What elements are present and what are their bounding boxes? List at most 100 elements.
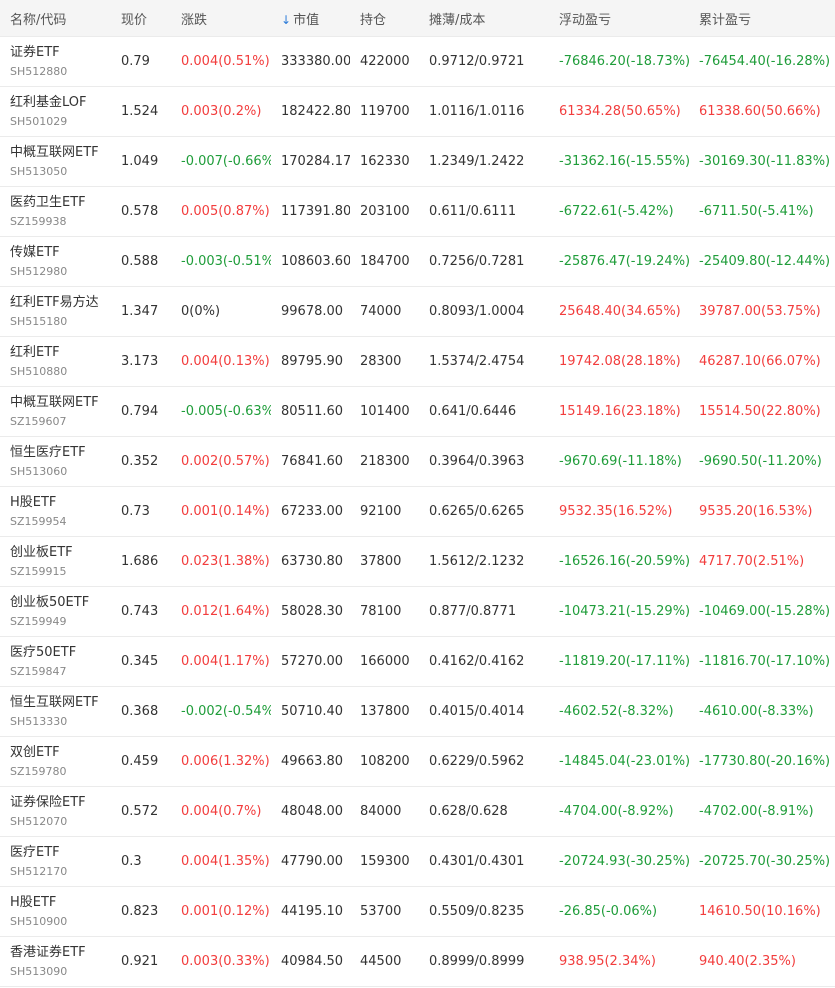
cost-cell: 0.6265/0.6265 (429, 504, 525, 519)
fund-name[interactable]: 创业板50ETF (10, 594, 111, 612)
table-row[interactable]: 中概互联网ETF SH513050 1.049 -0.007(-0.66%) 17028… (0, 137, 835, 187)
col-header-cost[interactable]: 摊薄/成本 (419, 9, 549, 28)
col-header-change[interactable]: 涨跌 (171, 9, 271, 28)
table-row[interactable]: H股ETF SH510900 0.823 0.001(0.12%) 44195.10 53… (0, 887, 835, 937)
position-cell: 162330 (360, 154, 410, 169)
float-pl-cell: -76846.20(-18.73%) (559, 54, 689, 69)
table-row[interactable]: H股ETF SZ159954 0.73 0.001(0.14%) 67233.00 921… (0, 487, 835, 537)
float-pl-cell: -6722.61(-5.42%) (559, 204, 674, 219)
cum-pl-cell: -20725.70(-30.25%) (699, 854, 831, 869)
float-pl-cell: -14845.04(-23.01%) (559, 754, 689, 769)
col-header-cum-pl[interactable]: 累计盈亏 (689, 9, 835, 28)
cum-pl-cell: 9535.20(16.53%) (699, 504, 813, 519)
fund-name[interactable]: 证券ETF (10, 44, 111, 62)
table-row[interactable]: 传媒ETF SH512980 0.588 -0.003(-0.51%) 108603.6… (0, 237, 835, 287)
cum-pl-cell: -9690.50(-11.20%) (699, 454, 822, 469)
position-cell: 28300 (360, 354, 402, 369)
market-value-cell: 89795.90 (281, 354, 344, 369)
fund-code: SZ159938 (10, 214, 67, 228)
fund-name[interactable]: H股ETF (10, 494, 111, 512)
col-header-price[interactable]: 现价 (111, 9, 171, 28)
name-cell: 红利ETF SH510880 (0, 344, 111, 380)
float-pl-cell: -10473.21(-15.29%) (559, 604, 689, 619)
change-cell: 0.001(0.12%) (181, 904, 270, 919)
name-cell: 香港证券ETF SH513090 (0, 944, 111, 980)
change-cell: 0.001(0.14%) (181, 504, 270, 519)
fund-name[interactable]: 创业板ETF (10, 544, 111, 562)
position-cell: 78100 (360, 604, 402, 619)
position-cell: 159300 (360, 854, 410, 869)
fund-code: SZ159607 (10, 414, 67, 428)
change-cell: 0.023(1.38%) (181, 554, 270, 569)
change-cell: 0.006(1.32%) (181, 754, 270, 769)
col-header-position[interactable]: 持仓 (350, 9, 419, 28)
fund-name[interactable]: H股ETF (10, 894, 111, 912)
fund-code: SH512980 (10, 264, 68, 278)
fund-name[interactable]: 传媒ETF (10, 244, 111, 262)
market-value-cell: 49663.80 (281, 754, 344, 769)
fund-name[interactable]: 医药卫生ETF (10, 194, 111, 212)
col-header-market-value[interactable]: ↓ 市值 (271, 9, 350, 28)
cum-pl-cell: 61338.60(50.66%) (699, 104, 821, 119)
table-row[interactable]: 红利ETF易方达 SH515180 1.347 0(0%) 99678.00 74000 0… (0, 287, 835, 337)
table-row[interactable]: 创业板50ETF SZ159949 0.743 0.012(1.64%) 58028.3… (0, 587, 835, 637)
fund-name[interactable]: 恒生医疗ETF (10, 444, 111, 462)
market-value-cell: 67233.00 (281, 504, 344, 519)
cum-pl-cell: -11816.70(-17.10%) (699, 654, 831, 669)
position-cell: 422000 (360, 54, 410, 69)
fund-name[interactable]: 红利ETF易方达 (10, 294, 111, 312)
table-row[interactable]: 红利ETF SH510880 3.173 0.004(0.13%) 89795.90 28… (0, 337, 835, 387)
cost-cell: 0.8093/1.0004 (429, 304, 525, 319)
price-cell: 0.352 (121, 454, 159, 469)
cum-pl-cell: -17730.80(-20.16%) (699, 754, 831, 769)
name-cell: 医药卫生ETF SZ159938 (0, 194, 111, 230)
float-pl-cell: 15149.16(23.18%) (559, 404, 681, 419)
fund-name[interactable]: 中概互联网ETF (10, 144, 111, 162)
table-row[interactable]: 证券保险ETF SH512070 0.572 0.004(0.7%) 48048.00 8… (0, 787, 835, 837)
fund-name[interactable]: 医疗50ETF (10, 644, 111, 662)
table-row[interactable]: 医疗50ETF SZ159847 0.345 0.004(1.17%) 57270.00… (0, 637, 835, 687)
fund-name[interactable]: 恒生互联网ETF (10, 694, 111, 712)
table-row[interactable]: 香港证券ETF SH513090 0.921 0.003(0.33%) 40984.50… (0, 937, 835, 987)
change-cell: 0.004(0.51%) (181, 54, 270, 69)
market-value-cell: 182422.80 (281, 104, 350, 119)
table-row[interactable]: 医疗ETF SH512170 0.3 0.004(1.35%) 47790.00 1593… (0, 837, 835, 887)
market-value-cell: 63730.80 (281, 554, 344, 569)
float-pl-cell: -4704.00(-8.92%) (559, 804, 674, 819)
fund-name[interactable]: 证券保险ETF (10, 794, 111, 812)
fund-name[interactable]: 红利基金LOF (10, 94, 111, 112)
price-cell: 1.686 (121, 554, 159, 569)
fund-name[interactable]: 医疗ETF (10, 844, 111, 862)
fund-code: SH512070 (10, 814, 68, 828)
table-row[interactable]: 医药卫生ETF SZ159938 0.578 0.005(0.87%) 117391.8… (0, 187, 835, 237)
fund-name[interactable]: 中概互联网ETF (10, 394, 111, 412)
price-cell: 0.794 (121, 404, 159, 419)
fund-code: SH501029 (10, 114, 68, 128)
table-row[interactable]: 创业板ETF SZ159915 1.686 0.023(1.38%) 63730.80 3… (0, 537, 835, 587)
cost-cell: 0.6229/0.5962 (429, 754, 525, 769)
fund-name[interactable]: 香港证券ETF (10, 944, 111, 962)
fund-name[interactable]: 红利ETF (10, 344, 111, 362)
name-cell: 创业板ETF SZ159915 (0, 544, 111, 580)
table-row[interactable]: 证券ETF SH512880 0.79 0.004(0.51%) 333380.00 42… (0, 36, 835, 87)
fund-name[interactable]: 双创ETF (10, 744, 111, 762)
name-cell: 红利基金LOF SH501029 (0, 94, 111, 130)
price-cell: 1.049 (121, 154, 159, 169)
change-cell: -0.005(-0.63%) (181, 404, 271, 419)
change-cell: 0.004(1.35%) (181, 854, 270, 869)
change-cell: 0(0%) (181, 304, 221, 319)
table-row[interactable]: 双创ETF SZ159780 0.459 0.006(1.32%) 49663.80 10… (0, 737, 835, 787)
table-row[interactable]: 红利基金LOF SH501029 1.524 0.003(0.2%) 182422.80… (0, 87, 835, 137)
table-row[interactable]: 恒生医疗ETF SH513060 0.352 0.002(0.57%) 76841.60… (0, 437, 835, 487)
name-cell: H股ETF SZ159954 (0, 494, 111, 530)
float-pl-cell: 938.95(2.34%) (559, 954, 656, 969)
fund-code: SH513330 (10, 714, 68, 728)
table-row[interactable]: 恒生互联网ETF SH513330 0.368 -0.002(-0.54%) 50710… (0, 687, 835, 737)
col-header-float-pl[interactable]: 浮动盈亏 (549, 9, 689, 28)
change-cell: 0.005(0.87%) (181, 204, 270, 219)
fund-code: SH512170 (10, 864, 68, 878)
cum-pl-cell: -25409.80(-12.44%) (699, 254, 831, 269)
col-header-name[interactable]: 名称/代码 (0, 9, 111, 28)
change-cell: 0.004(1.17%) (181, 654, 270, 669)
table-row[interactable]: 中概互联网ETF SZ159607 0.794 -0.005(-0.63%) 80511… (0, 387, 835, 437)
